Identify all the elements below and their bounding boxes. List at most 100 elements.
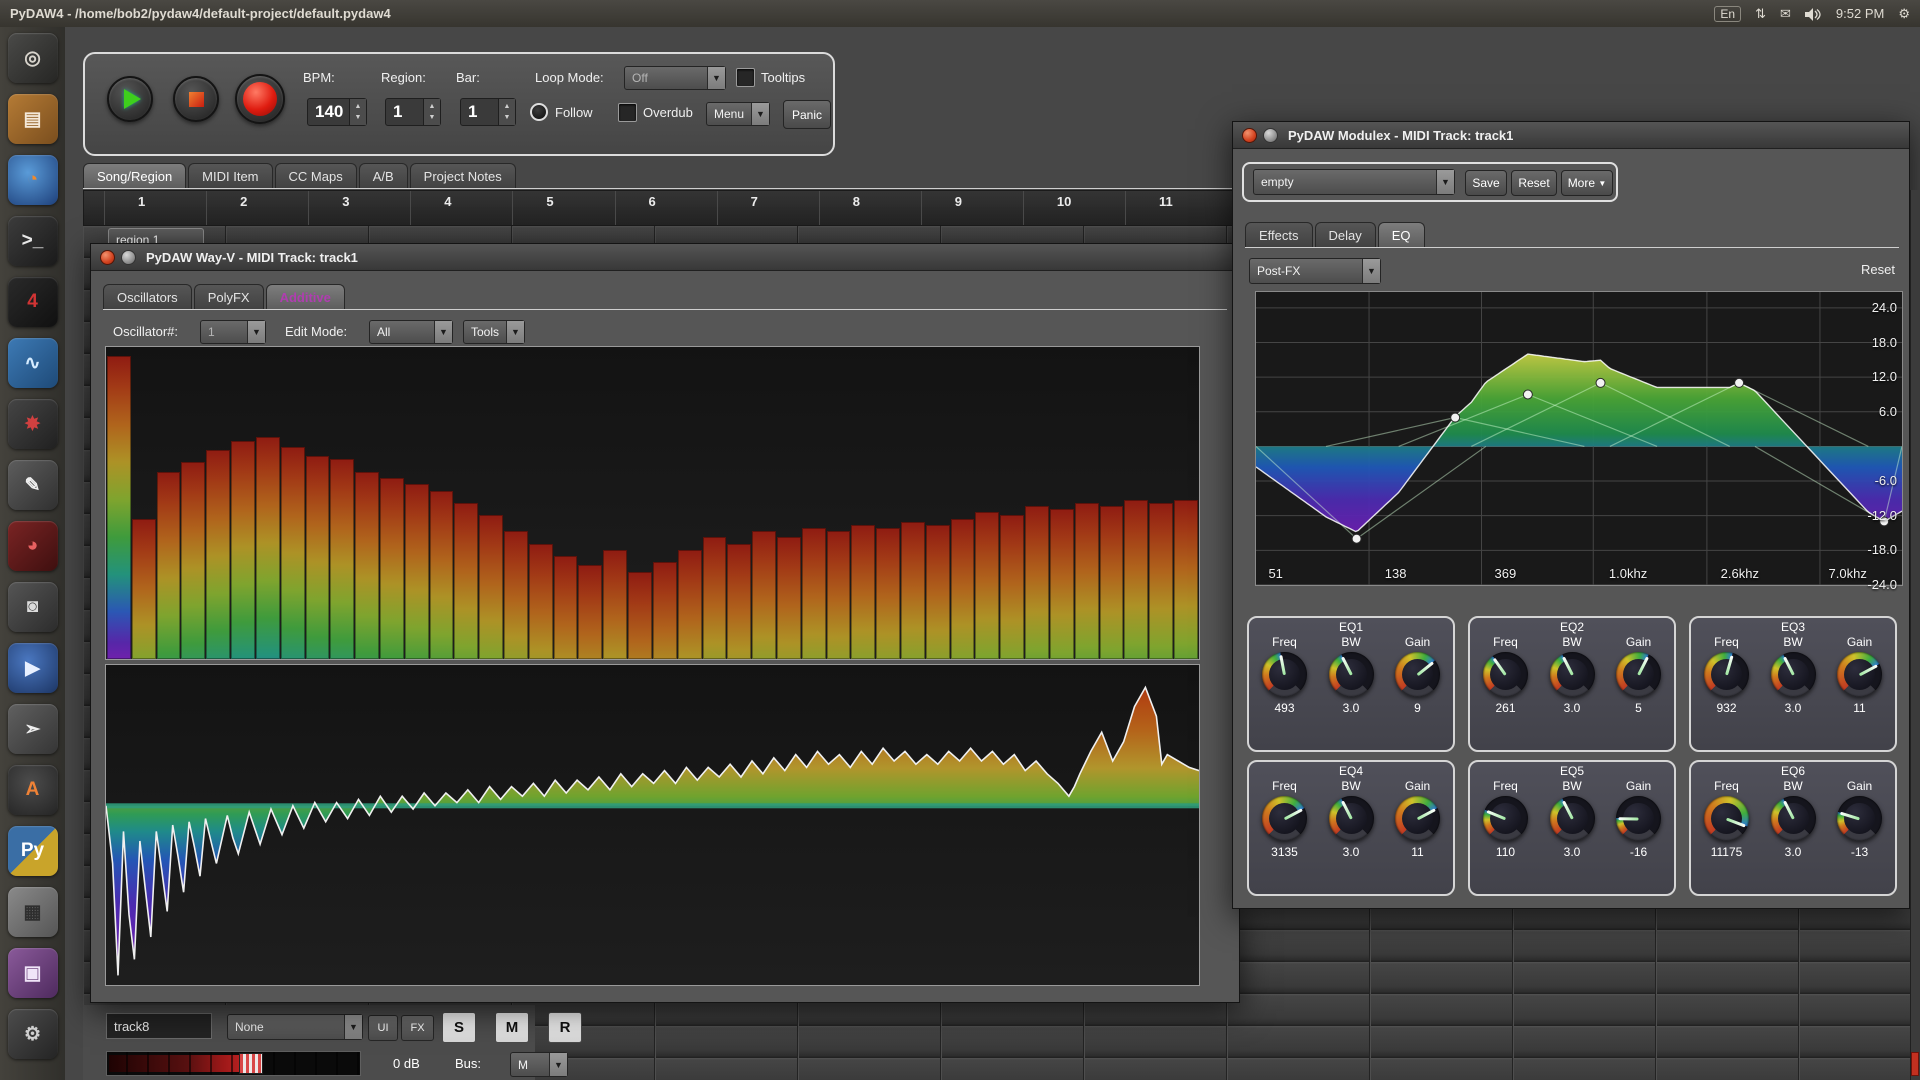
harmonic-bar[interactable] <box>181 462 205 659</box>
eq4-bw-knob[interactable] <box>1329 796 1374 841</box>
harmonic-bar[interactable] <box>281 447 305 659</box>
eq-node-eq1[interactable] <box>1523 390 1532 399</box>
harmonic-bar[interactable] <box>777 537 801 659</box>
close-icon[interactable] <box>100 250 115 265</box>
harmonic-bar[interactable] <box>876 528 900 659</box>
text-editor-icon[interactable]: ✎ <box>8 460 58 510</box>
stop-button[interactable] <box>173 76 219 122</box>
mail-icon[interactable]: ✉ <box>1780 6 1791 22</box>
harmonic-bar[interactable] <box>727 544 751 659</box>
eq2-bw-knob[interactable] <box>1550 652 1595 697</box>
eq2-gain-knob[interactable] <box>1616 652 1661 697</box>
tab-midi-item[interactable]: MIDI Item <box>188 163 272 188</box>
eq3-freq-knob[interactable] <box>1704 652 1749 697</box>
screenshot-tool-icon[interactable]: ◙ <box>8 582 58 632</box>
eq1-gain-knob[interactable] <box>1395 652 1440 697</box>
region-spinbox[interactable]: 1▲▼ <box>385 98 441 126</box>
close-icon[interactable] <box>1242 128 1257 143</box>
wayv-titlebar[interactable]: PyDAW Way-V - MIDI Track: track1 <box>91 244 1239 271</box>
spinner-arrows-icon[interactable]: ▲▼ <box>423 99 440 125</box>
preset-select[interactable]: empty▼ <box>1253 169 1455 195</box>
harmonic-bar[interactable] <box>1075 503 1099 659</box>
files-icon[interactable]: ▤ <box>8 94 58 144</box>
power-gear-icon[interactable]: ⚙ <box>1898 6 1910 22</box>
tools-dropdown[interactable]: Tools▼ <box>463 320 525 344</box>
tab-cc-maps[interactable]: CC Maps <box>275 163 357 188</box>
record-button[interactable] <box>235 74 285 124</box>
harmonic-bar[interactable] <box>206 450 230 659</box>
harmonic-bar[interactable] <box>628 572 652 659</box>
remote-desktop-icon[interactable]: ➣ <box>8 704 58 754</box>
tooltips-checkbox[interactable] <box>736 68 755 87</box>
tab-project-notes[interactable]: Project Notes <box>410 163 516 188</box>
vertical-scrollbar[interactable] <box>1910 190 1920 1080</box>
eq6-freq-knob[interactable] <box>1704 796 1749 841</box>
harmonic-bar[interactable] <box>330 459 354 659</box>
panic-button[interactable]: Panic <box>783 100 831 129</box>
track-name-field[interactable]: track8 <box>106 1013 212 1039</box>
harmonic-bar[interactable] <box>603 550 627 659</box>
harmonic-bar[interactable] <box>975 512 999 659</box>
bar-spinbox[interactable]: 1▲▼ <box>460 98 516 126</box>
instrument-select[interactable]: None▼ <box>227 1014 363 1040</box>
tab-song-region[interactable]: Song/Region <box>83 163 186 188</box>
record-arm-button[interactable]: R <box>548 1012 582 1043</box>
terminal-icon[interactable]: >_ <box>8 216 58 266</box>
mute-button[interactable]: M <box>495 1012 529 1043</box>
eq1-freq-knob[interactable] <box>1262 652 1307 697</box>
bus-select[interactable]: M▼ <box>510 1052 568 1077</box>
harmonic-bar[interactable] <box>1100 506 1124 659</box>
harmonic-bar[interactable] <box>454 503 478 659</box>
wave-editor-icon[interactable]: ∿ <box>8 338 58 388</box>
modulex-titlebar[interactable]: PyDAW Modulex - MIDI Track: track1 <box>1233 122 1909 149</box>
clock[interactable]: 9:52 PM <box>1836 6 1884 21</box>
eq5-bw-knob[interactable] <box>1550 796 1595 841</box>
harmonic-bar[interactable] <box>157 472 181 659</box>
tab-delay[interactable]: Delay <box>1315 222 1376 247</box>
tab-polyfx[interactable]: PolyFX <box>194 284 264 309</box>
harmonic-bar[interactable] <box>851 525 875 659</box>
workspace-switcher-icon[interactable]: ⚙ <box>8 1009 58 1059</box>
edit-mode-select[interactable]: All▼ <box>369 320 453 344</box>
harmonic-bar[interactable] <box>653 562 677 659</box>
harmonic-bar[interactable] <box>578 565 602 659</box>
harmonic-bar[interactable] <box>1025 506 1049 659</box>
spinner-arrows-icon[interactable]: ▲▼ <box>349 99 366 125</box>
python-icon[interactable]: Py <box>8 826 58 876</box>
firefox-icon[interactable]: ◔ <box>8 155 58 205</box>
package-manager-icon[interactable]: ▣ <box>8 948 58 998</box>
fx-mode-select[interactable]: Post-FX▼ <box>1249 258 1381 284</box>
eq-node-eq5[interactable] <box>1352 534 1361 543</box>
archive-manager-icon[interactable]: ▦ <box>8 887 58 937</box>
tab-a-b[interactable]: A/B <box>359 163 408 188</box>
harmonic-bar[interactable] <box>1149 503 1173 659</box>
harmonic-bar[interactable] <box>1174 500 1198 659</box>
eq-graph[interactable]: 24.018.012.06.0-6.0-12.0-18.0-24.0 51138… <box>1255 291 1903 586</box>
harmonic-bar[interactable] <box>479 515 503 659</box>
harmonic-bar[interactable] <box>802 528 826 659</box>
volume-icon[interactable] <box>1805 6 1822 21</box>
harmonic-bar[interactable] <box>430 491 454 659</box>
eq4-gain-knob[interactable] <box>1395 796 1440 841</box>
harmonic-bar[interactable] <box>256 437 280 659</box>
harmonic-bar[interactable] <box>951 519 975 659</box>
text-input-icon[interactable]: ⇅ <box>1755 6 1766 22</box>
tab-eq[interactable]: EQ <box>1378 222 1425 247</box>
harmonic-bar[interactable] <box>678 550 702 659</box>
harmonic-bar[interactable] <box>380 478 404 659</box>
eq2-freq-knob[interactable] <box>1483 652 1528 697</box>
scrollbar-thumb[interactable] <box>1911 1052 1919 1076</box>
eq4-freq-knob[interactable] <box>1262 796 1307 841</box>
fader-handle[interactable] <box>239 1053 263 1074</box>
harmonic-bar[interactable] <box>132 519 156 659</box>
harmonic-bar[interactable] <box>529 544 553 659</box>
tab-additive[interactable]: Additive <box>266 284 345 309</box>
eq-reset-button[interactable]: Reset <box>1861 262 1895 277</box>
loop-mode-select[interactable]: Off▼ <box>624 66 726 90</box>
media-player-icon[interactable]: ▶ <box>8 643 58 693</box>
pydaw4-icon[interactable]: 4 <box>8 277 58 327</box>
follow-toggle[interactable] <box>530 103 548 121</box>
software-center-icon[interactable]: A <box>8 765 58 815</box>
overdub-checkbox[interactable] <box>618 103 637 122</box>
play-button[interactable] <box>107 76 153 122</box>
